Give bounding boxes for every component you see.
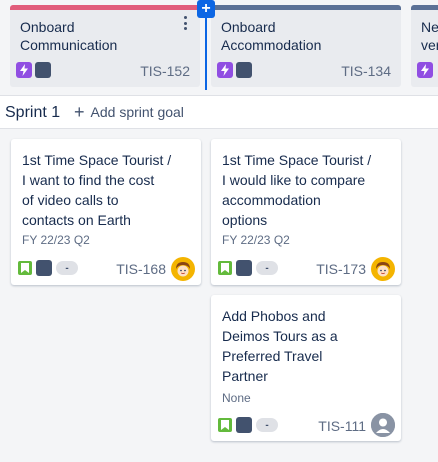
- epic-key[interactable]: TIS-134: [341, 63, 391, 79]
- priority-icon: [236, 62, 252, 78]
- add-sprint-goal-label: Add sprint goal: [90, 104, 184, 120]
- story-points-badge: -: [256, 261, 278, 275]
- assignee-avatar[interactable]: [171, 257, 195, 281]
- story-icon: [218, 418, 232, 432]
- issue-key[interactable]: TIS-168: [116, 261, 166, 277]
- epic-color-bar: [211, 5, 401, 10]
- story-points-badge: -: [256, 418, 278, 432]
- fix-version: FY 22/23 Q2: [222, 233, 290, 247]
- card-footer-icons: -: [218, 260, 278, 276]
- drop-indicator-line: [205, 14, 207, 90]
- epic-card-communication[interactable]: Onboard Communication TIS-152: [10, 5, 200, 87]
- issue-summary: 1st Time Space Tourist / I would like to…: [222, 152, 372, 228]
- epic-title: Onboard Communication: [20, 19, 118, 53]
- epic-icons: [16, 62, 51, 78]
- issue-key[interactable]: TIS-173: [316, 261, 366, 277]
- card-footer-icons: -: [18, 260, 78, 276]
- issue-card[interactable]: 1st Time Space Tourist / I would like to…: [211, 139, 401, 285]
- issue-summary: Add Phobos and Deimos Tours as a Preferr…: [222, 308, 338, 384]
- card-footer-icons: -: [218, 417, 278, 433]
- story-points-badge: -: [56, 261, 78, 275]
- epic-lightning-icon: [16, 62, 32, 78]
- issue-card[interactable]: Add Phobos and Deimos Tours as a Preferr…: [211, 295, 401, 441]
- epic-key[interactable]: TIS-152: [140, 63, 190, 79]
- sprint-header: Sprint 1 + Add sprint goal: [0, 95, 438, 129]
- more-icon[interactable]: [184, 16, 188, 30]
- plus-icon: +: [74, 102, 85, 122]
- epic-lightning-icon: [417, 62, 433, 78]
- unassigned-avatar[interactable]: [371, 413, 395, 437]
- epic-card-accommodation[interactable]: Onboard Accommodation TIS-134: [211, 5, 401, 87]
- add-sprint-goal-button[interactable]: + Add sprint goal: [74, 102, 184, 122]
- issue-summary: 1st Time Space Tourist / I want to find …: [22, 152, 172, 228]
- issue-card[interactable]: 1st Time Space Tourist / I want to find …: [11, 139, 201, 285]
- assignee-avatar[interactable]: [371, 257, 395, 281]
- issue-key[interactable]: TIS-111: [318, 418, 366, 434]
- epic-icons: [417, 62, 433, 78]
- priority-icon: [236, 417, 252, 433]
- add-column-button[interactable]: +: [197, 0, 215, 18]
- epic-title: Onboard Accommodation: [221, 19, 322, 53]
- epic-color-bar: [411, 5, 438, 10]
- epic-color-bar: [10, 5, 200, 10]
- story-icon: [18, 261, 32, 275]
- story-icon: [218, 261, 232, 275]
- fix-version: FY 22/23 Q2: [22, 233, 90, 247]
- priority-icon: [36, 260, 52, 276]
- sprint-name[interactable]: Sprint 1: [5, 104, 60, 122]
- priority-icon: [236, 260, 252, 276]
- epic-card-partial[interactable]: Ne ver: [411, 5, 438, 87]
- epic-icons: [217, 62, 252, 78]
- epic-lightning-icon: [217, 62, 233, 78]
- priority-icon: [35, 62, 51, 78]
- epic-title: Ne ver: [421, 19, 438, 53]
- fix-version: None: [222, 391, 251, 405]
